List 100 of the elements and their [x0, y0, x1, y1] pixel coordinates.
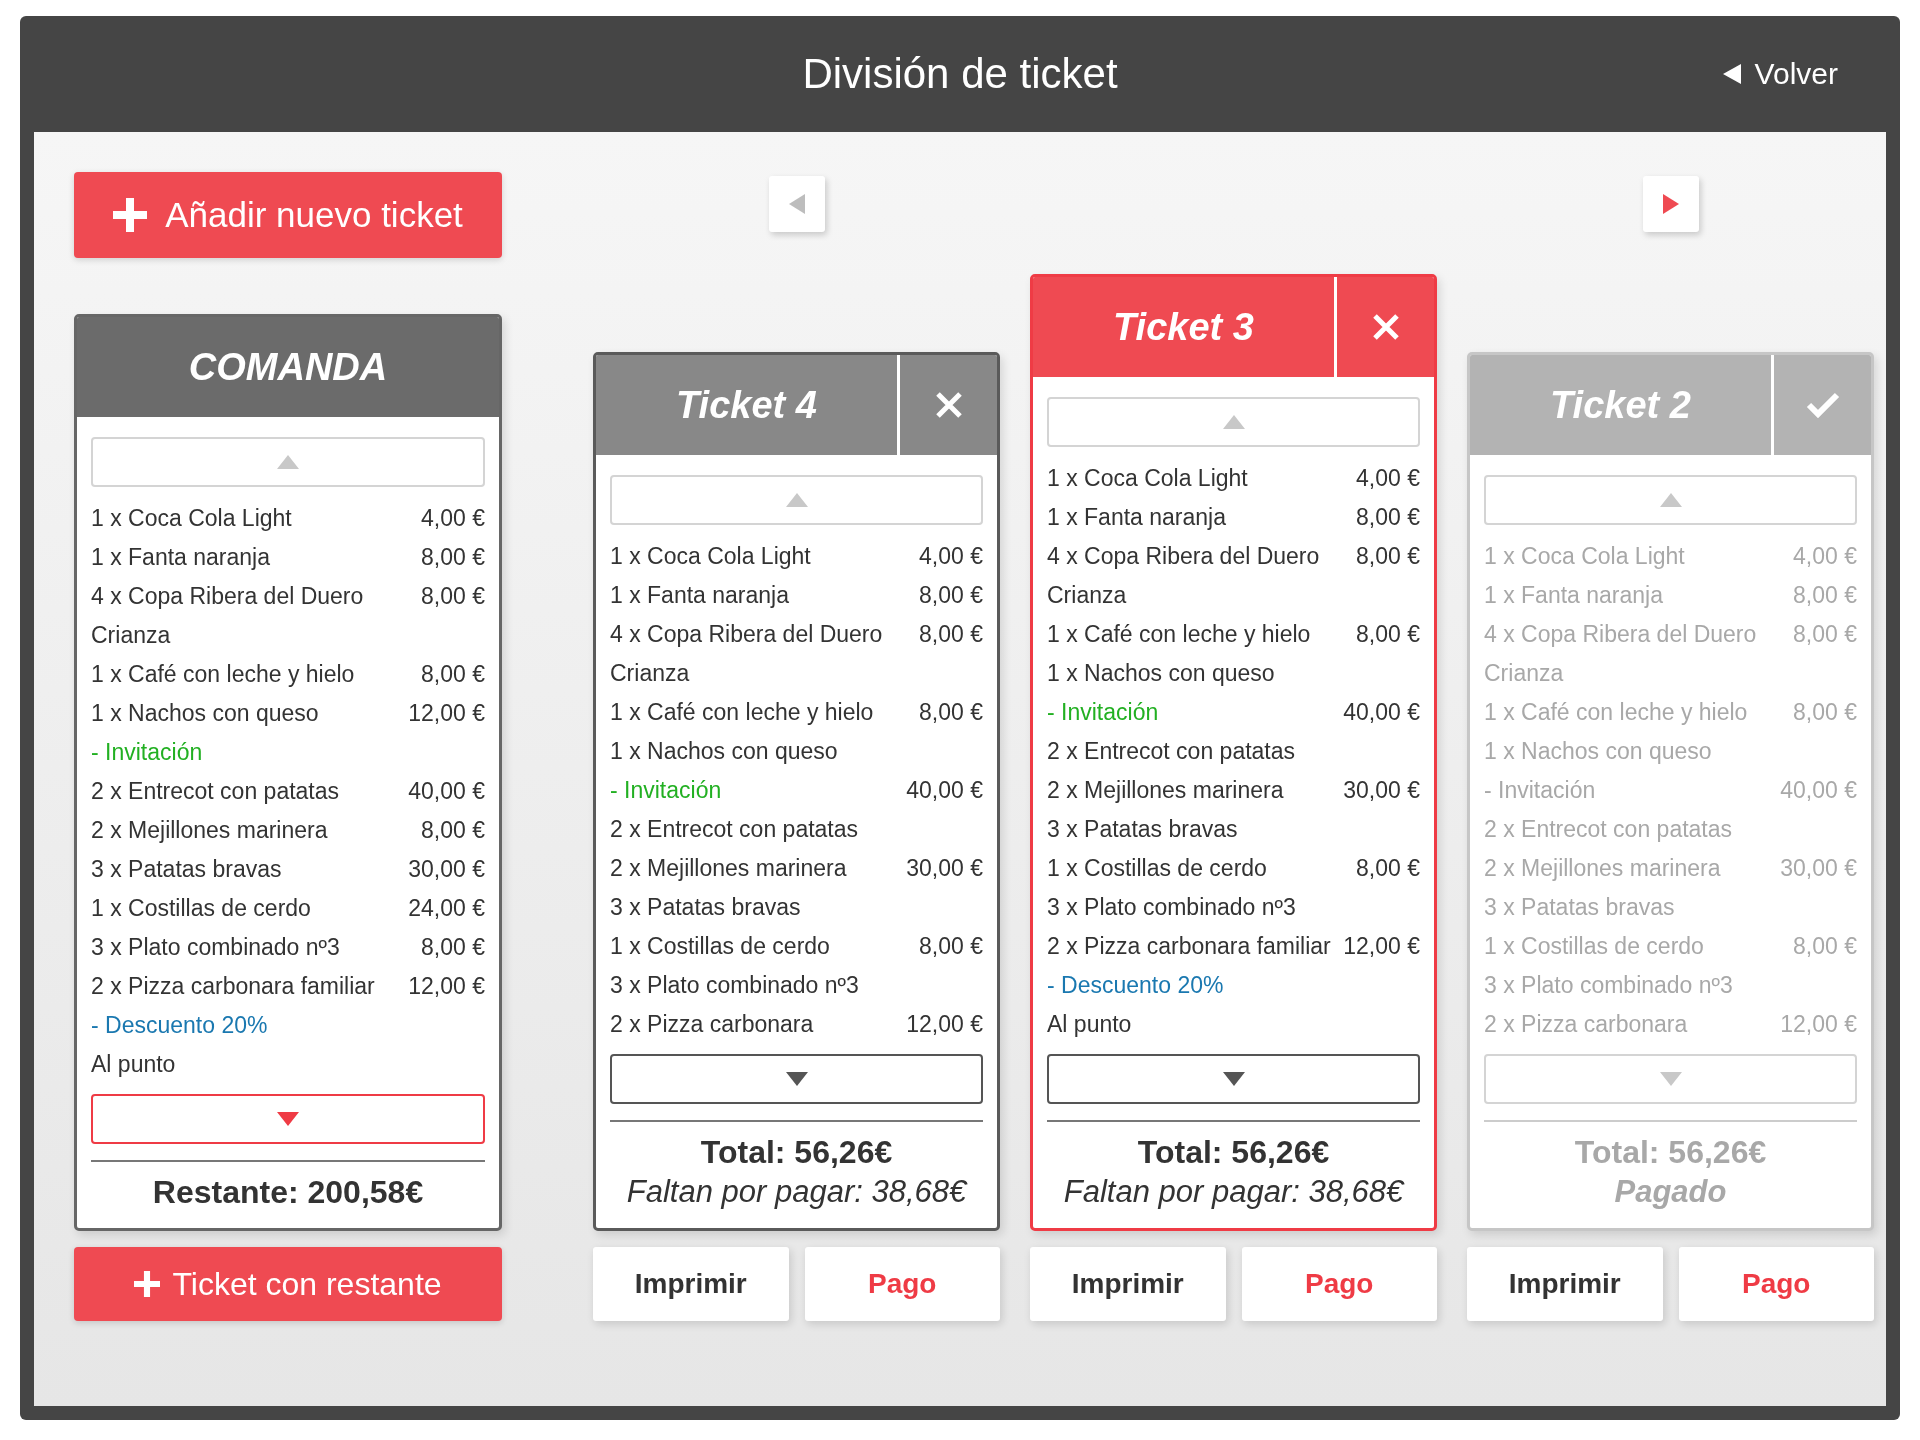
ticket-title: Ticket 4	[675, 382, 818, 428]
item-name: Al punto	[91, 1050, 177, 1079]
item-price: 40,00 €	[1780, 776, 1857, 805]
triangle-right-icon	[1662, 194, 1679, 214]
item-price: 30,00 €	[408, 855, 485, 884]
item-price: 8,00 €	[1793, 932, 1857, 961]
triangle-left-icon	[788, 194, 805, 214]
item-name: Al punto	[1047, 1010, 1133, 1039]
item-name: - Invitación	[1047, 698, 1160, 727]
item-name: - Invitación	[610, 776, 723, 805]
scroll-down-button[interactable]	[1047, 1054, 1420, 1104]
item-price: 12,00 €	[1343, 932, 1420, 961]
order-title: COMANDA	[188, 345, 388, 389]
item-price: 30,00 €	[1343, 776, 1420, 805]
item-name: 2 x Mejillones marinera	[610, 854, 848, 883]
item-name: - Invitación	[91, 738, 204, 767]
pay-button[interactable]: Pago	[1241, 1247, 1437, 1321]
item-name: 1 x Fanta naranja	[1047, 503, 1227, 532]
item-name: 1 x Coca Cola Light	[91, 504, 293, 533]
item-name: 1 x Café con leche y hielo	[91, 660, 356, 689]
ticket-balance: Faltan por pagar: 38,68€	[626, 1173, 967, 1211]
ticket-total: Total: 56,26€	[700, 1133, 893, 1172]
item-price: 40,00 €	[408, 777, 485, 806]
item-name: - Descuento 20%	[91, 1011, 269, 1040]
ticket-card[interactable]	[593, 352, 1000, 1231]
item-name: 3 x Plato combinado nº3	[1047, 893, 1297, 922]
item-name: 2 x Entrecot con patatas	[610, 815, 860, 844]
item-name: 1 x Nachos con queso	[610, 737, 839, 766]
item-price: 8,00 €	[919, 698, 983, 727]
item-price: 8,00 €	[1356, 854, 1420, 883]
item-price: 8,00 €	[421, 582, 485, 611]
item-price: 30,00 €	[1780, 854, 1857, 883]
item-price: 40,00 €	[906, 776, 983, 805]
item-price: 12,00 €	[1780, 1010, 1857, 1039]
item-price: 8,00 €	[1356, 620, 1420, 649]
item-price: 24,00 €	[408, 894, 485, 923]
item-name: - Descuento 20%	[1047, 971, 1225, 1000]
add-ticket-button[interactable]: Añadir nuevo ticket	[74, 172, 502, 258]
item-name: 1 x Nachos con queso	[1047, 659, 1276, 688]
item-name: 3 x Patatas bravas	[1047, 815, 1239, 844]
triangle-up-icon	[1659, 493, 1682, 507]
remaining-total: Restante: 200,58€	[152, 1173, 424, 1212]
item-name: 1 x Fanta naranja	[91, 543, 271, 572]
item-name: 1 x Café con leche y hielo	[610, 698, 875, 727]
item-name: 4 x Copa Ribera del Duero Crianza	[1484, 620, 1758, 688]
triangle-down-icon	[1222, 1072, 1245, 1086]
item-price: 8,00 €	[1356, 542, 1420, 571]
item-name: 4 x Copa Ribera del Duero Crianza	[91, 582, 365, 650]
item-price: 8,00 €	[1793, 581, 1857, 610]
item-name: 2 x Entrecot con patatas	[1047, 737, 1297, 766]
ticket-total: Total: 56,26€	[1574, 1133, 1767, 1172]
print-button[interactable]: Imprimir	[593, 1247, 789, 1321]
scroll-down-button[interactable]	[91, 1094, 485, 1144]
pay-button[interactable]: Pago	[804, 1247, 1000, 1321]
item-name: 3 x Plato combinado nº3	[610, 971, 860, 1000]
item-name: 3 x Patatas bravas	[91, 855, 283, 884]
previous-button[interactable]	[768, 176, 825, 232]
triangle-down-icon	[785, 1072, 808, 1086]
checkmark-icon	[1805, 392, 1840, 418]
ticket-total: Total: 56,26€	[1137, 1133, 1330, 1172]
item-name: 1 x Coca Cola Light	[1484, 542, 1686, 571]
remaining-ticket-button[interactable]: Ticket con restante	[74, 1247, 502, 1321]
back-button[interactable]: Volver	[1718, 53, 1842, 95]
triangle-up-icon	[277, 455, 299, 469]
item-name: 1 x Costillas de cerdo	[91, 894, 312, 923]
item-name: 2 x Pizza carbonara	[1484, 1010, 1689, 1039]
item-name: 4 x Copa Ribera del Duero Crianza	[1047, 542, 1321, 610]
item-price: 4,00 €	[1356, 464, 1420, 493]
print-button[interactable]: Imprimir	[1467, 1247, 1663, 1321]
item-name: 3 x Patatas bravas	[1484, 893, 1676, 922]
print-button[interactable]: Imprimir	[1030, 1247, 1226, 1321]
window-title: División de ticket	[802, 50, 1118, 98]
item-name: 1 x Nachos con queso	[1484, 737, 1713, 766]
next-button[interactable]	[1642, 176, 1699, 232]
triangle-down-icon	[1659, 1072, 1682, 1086]
close-icon	[934, 391, 963, 419]
plus-icon	[134, 1271, 161, 1297]
item-price: 40,00 €	[1343, 698, 1420, 727]
item-price: 8,00 €	[919, 932, 983, 961]
triangle-down-icon	[277, 1112, 299, 1126]
item-name: 1 x Coca Cola Light	[610, 542, 812, 571]
item-price: 30,00 €	[906, 854, 983, 883]
item-name: 3 x Plato combinado nº3	[91, 933, 341, 962]
item-name: 3 x Patatas bravas	[610, 893, 802, 922]
pay-button[interactable]: Pago	[1678, 1247, 1874, 1321]
item-name: 2 x Entrecot con patatas	[1484, 815, 1734, 844]
item-price: 8,00 €	[919, 620, 983, 649]
item-price: 8,00 €	[421, 660, 485, 689]
ticket-card[interactable]	[1030, 274, 1437, 1231]
item-price: 4,00 €	[919, 542, 983, 571]
item-name: 1 x Nachos con queso	[91, 699, 320, 728]
ticket-balance: Faltan por pagar: 38,68€	[1063, 1173, 1404, 1211]
item-name: 3 x Plato combinado nº3	[1484, 971, 1734, 1000]
item-price: 12,00 €	[408, 972, 485, 1001]
item-name: 1 x Costillas de cerdo	[610, 932, 831, 961]
item-name: 2 x Pizza carbonara	[610, 1010, 815, 1039]
ticket-title: Ticket 2	[1549, 382, 1692, 428]
item-price: 4,00 €	[1793, 542, 1857, 571]
scroll-down-button[interactable]	[610, 1054, 983, 1104]
item-name: 2 x Mejillones marinera	[1047, 776, 1285, 805]
